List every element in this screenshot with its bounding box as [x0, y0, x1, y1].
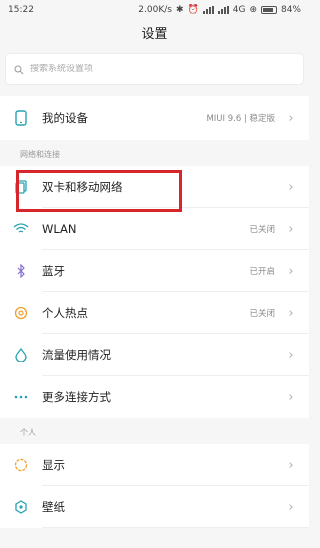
wlan-item[interactable]: WLAN 已关闭 ›: [0, 208, 309, 250]
more-connections-label: 更多连接方式: [42, 390, 111, 404]
wlan-status: 已关闭: [249, 225, 275, 235]
chevron-right-icon: ›: [288, 347, 294, 363]
display-icon: [0, 458, 42, 472]
bluetooth-item[interactable]: 蓝牙 已开启 ›: [0, 250, 309, 292]
signal-icon: [202, 6, 214, 14]
wlan-label: WLAN: [42, 222, 77, 236]
sim-and-mobile-network-item[interactable]: 双卡和移动网络 ›: [0, 166, 309, 208]
hotspot-status: 已关闭: [249, 309, 275, 319]
display-item[interactable]: 显示 ›: [0, 444, 309, 486]
data-usage-label: 流量使用情况: [42, 348, 111, 362]
hotspot-icon: [0, 306, 42, 320]
wifi-icon: [0, 223, 42, 235]
chevron-right-icon: ›: [288, 499, 294, 515]
signal-2-icon: [217, 6, 229, 14]
search-icon: [14, 60, 24, 79]
display-label: 显示: [42, 458, 65, 472]
wallpaper-label: 壁纸: [42, 500, 65, 514]
more-connections-item[interactable]: 更多连接方式 ›: [0, 376, 309, 418]
data-usage-icon: [0, 348, 42, 362]
phone-icon: [0, 110, 42, 126]
status-time: 15:22: [8, 5, 34, 15]
data-usage-item[interactable]: 流量使用情况 ›: [0, 334, 309, 376]
network-speed: 2.00K/s: [138, 5, 172, 15]
battery-icon: [260, 6, 277, 14]
search-bar[interactable]: [6, 54, 303, 84]
bluetooth-status: 已开启: [249, 267, 275, 277]
battery-level: 84%: [280, 5, 301, 15]
chevron-right-icon: ›: [288, 221, 294, 237]
more-icon: [0, 395, 42, 399]
my-device-item[interactable]: 我的设备 MIUI 9.6 | 稳定版 ›: [0, 96, 309, 140]
wallpaper-icon: [0, 500, 42, 514]
chevron-right-icon: ›: [288, 263, 294, 279]
personal-group: 显示 › 壁纸 ›: [0, 444, 309, 528]
charging-icon: ⊕: [249, 5, 257, 15]
network-type: 4G: [232, 5, 246, 15]
status-icons: 2.00K/s ✱ ⏰ 4G ⊕ 84%: [138, 5, 301, 15]
network-group: 双卡和移动网络 › WLAN 已关闭 › 蓝牙 已开启 › 个人热点 已关闭 ›…: [0, 166, 309, 418]
chevron-right-icon: ›: [288, 179, 294, 195]
chevron-right-icon: ›: [288, 457, 294, 473]
section-network-header: 网络和连接: [20, 150, 60, 159]
page-title: 设置: [141, 27, 168, 42]
hotspot-item[interactable]: 个人热点 已关闭 ›: [0, 292, 309, 334]
bluetooth-label: 蓝牙: [42, 264, 65, 278]
search-input[interactable]: [30, 64, 280, 74]
status-bar: 15:22 2.00K/s ✱ ⏰ 4G ⊕ 84%: [0, 0, 309, 20]
sim-network-label: 双卡和移动网络: [42, 180, 123, 194]
bluetooth-status-icon: ✱: [175, 5, 184, 15]
section-personal-header: 个人: [20, 428, 36, 437]
chevron-right-icon: ›: [288, 110, 294, 126]
chevron-right-icon: ›: [288, 389, 294, 405]
my-device-label: 我的设备: [42, 111, 88, 125]
bluetooth-icon: [0, 264, 42, 278]
wallpaper-item[interactable]: 壁纸 ›: [0, 486, 309, 528]
hotspot-label: 个人热点: [42, 306, 88, 320]
chevron-right-icon: ›: [288, 305, 294, 321]
sim-card-icon: [0, 180, 42, 194]
alarm-icon: ⏰: [187, 5, 199, 15]
miui-version: MIUI 9.6 | 稳定版: [206, 114, 275, 124]
